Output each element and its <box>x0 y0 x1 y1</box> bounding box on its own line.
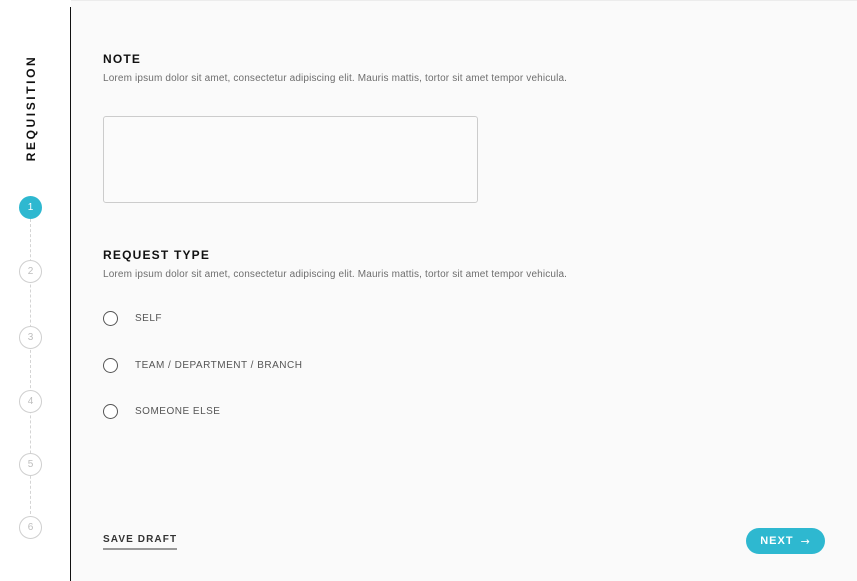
next-button-label: NEXT <box>760 535 794 547</box>
note-textarea[interactable] <box>103 116 478 203</box>
request-type-description: Lorem ipsum dolor sit amet, consectetur … <box>103 269 568 280</box>
step-1[interactable]: 1 <box>19 196 42 219</box>
form-panel: NOTE Lorem ipsum dolor sit amet, consect… <box>71 1 857 581</box>
radio-option-someone-else[interactable]: SOMEONE ELSE <box>103 403 220 419</box>
request-type-title: REQUEST TYPE <box>103 248 211 262</box>
save-draft-button[interactable]: SAVE DRAFT <box>103 534 178 550</box>
radio-button[interactable] <box>103 310 118 326</box>
arrow-right-icon: → <box>800 534 811 548</box>
radio-option-team[interactable]: TEAM / DEPARTMENT / BRANCH <box>103 357 302 373</box>
note-description: Lorem ipsum dolor sit amet, consectetur … <box>103 73 568 84</box>
radio-label: SOMEONE ELSE <box>135 405 221 417</box>
note-title: NOTE <box>103 52 142 66</box>
step-6[interactable]: 6 <box>19 516 42 539</box>
radio-label: TEAM / DEPARTMENT / BRANCH <box>135 359 303 371</box>
next-button[interactable]: NEXT → <box>746 528 825 554</box>
radio-option-self[interactable]: SELF <box>103 310 162 326</box>
radio-button[interactable] <box>103 357 118 373</box>
radio-label: SELF <box>135 312 163 324</box>
stepper-sidebar: REQUISITION 1 2 3 4 5 6 <box>0 0 71 581</box>
sidebar-title: REQUISITION <box>24 54 38 162</box>
step-4[interactable]: 4 <box>19 390 42 413</box>
step-2[interactable]: 2 <box>19 260 42 283</box>
radio-button[interactable] <box>103 403 118 419</box>
step-5[interactable]: 5 <box>19 453 42 476</box>
step-3[interactable]: 3 <box>19 326 42 349</box>
